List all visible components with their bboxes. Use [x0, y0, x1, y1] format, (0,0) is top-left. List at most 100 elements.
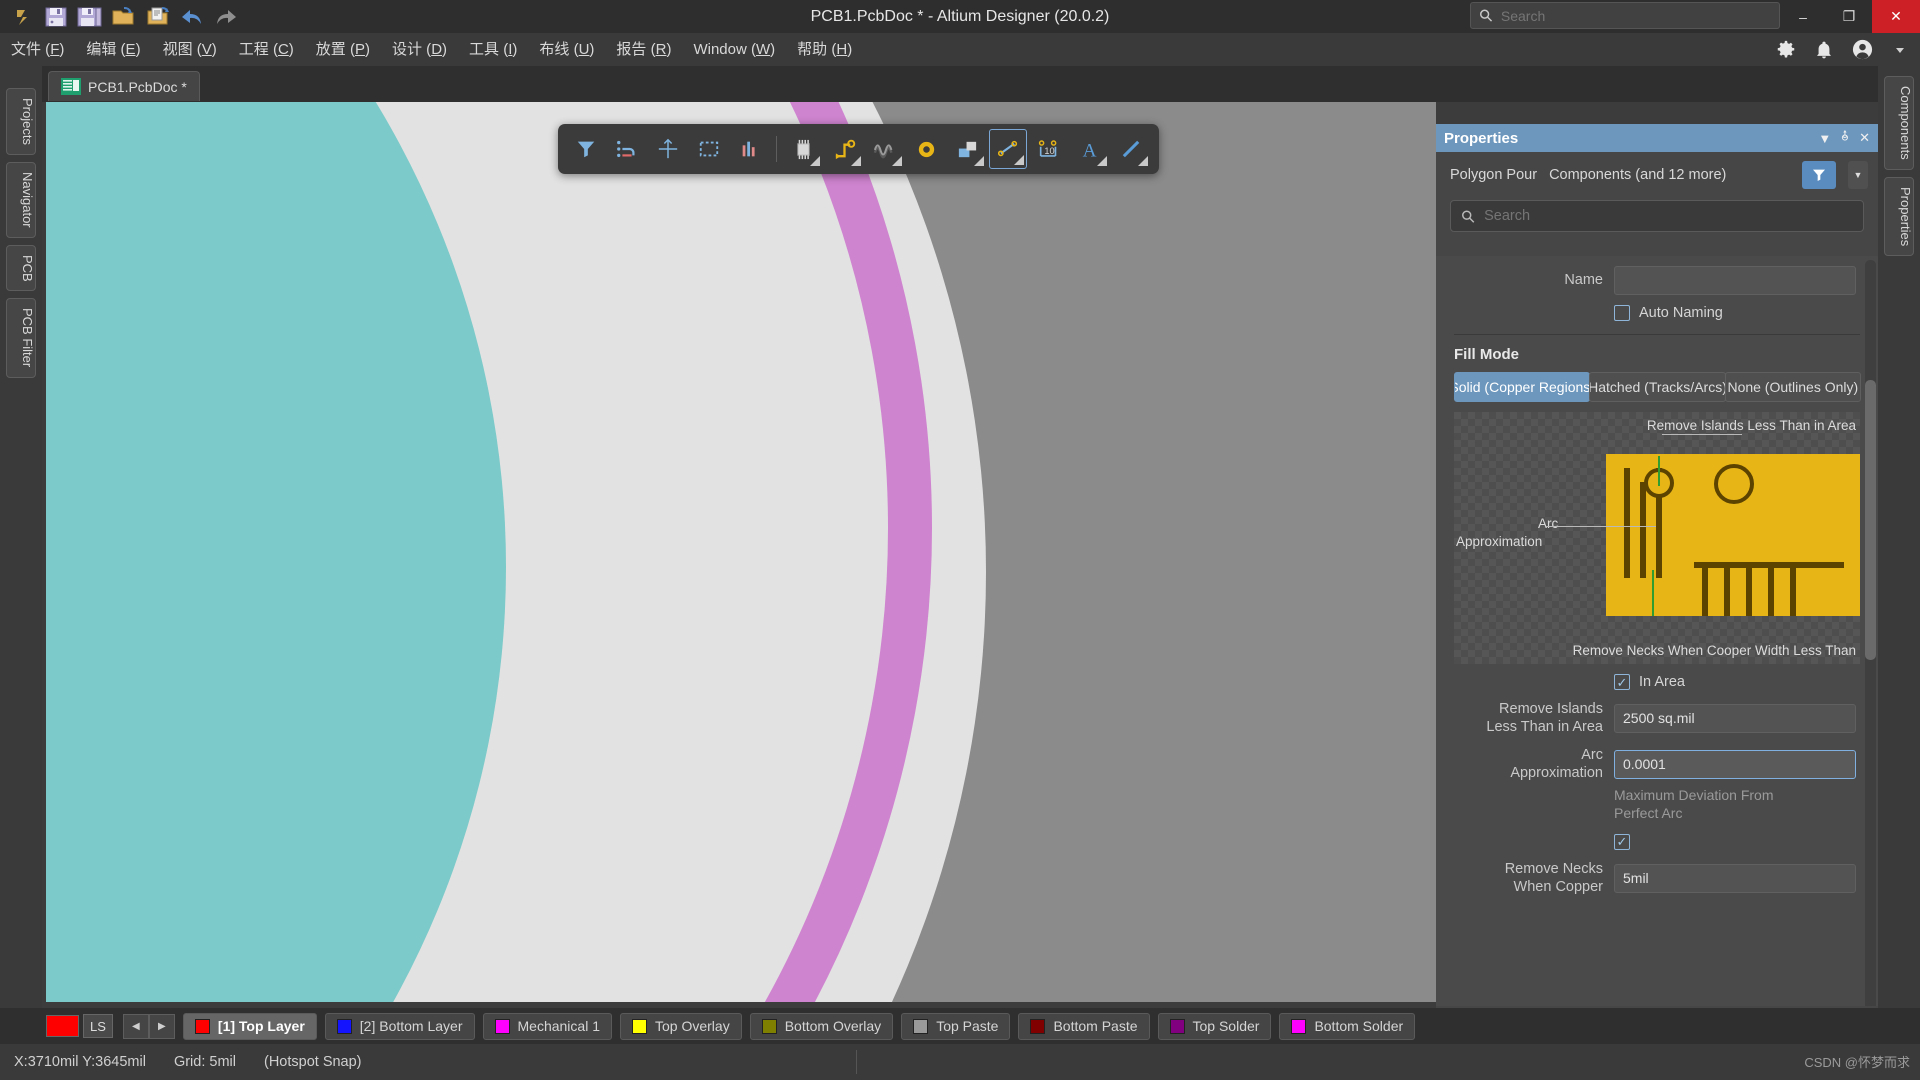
collapse-icon[interactable]: ▼: [1818, 131, 1831, 146]
pcb-canvas[interactable]: 10 A: [46, 102, 1436, 1002]
close-button[interactable]: ✕: [1872, 0, 1920, 33]
menu-view[interactable]: 视图 (V): [152, 33, 228, 66]
remove-necks-input[interactable]: [1614, 863, 1856, 893]
fill-mode-solid[interactable]: Solid (Copper Regions): [1454, 372, 1591, 402]
filter-button[interactable]: [1802, 161, 1836, 189]
redo-icon[interactable]: [210, 2, 241, 31]
layer-tab-bottom-solder[interactable]: Bottom Solder: [1279, 1012, 1416, 1040]
sidebar-item-navigator[interactable]: Navigator: [6, 161, 36, 238]
restore-button[interactable]: ❐: [1826, 0, 1872, 33]
quick-access-toolbar: [0, 0, 241, 33]
layer-tab-bottom-overlay[interactable]: Bottom Overlay: [749, 1012, 894, 1040]
left-dock-panel: Projects Navigator PCB PCB Filter: [0, 66, 42, 1028]
filter-icon[interactable]: [567, 129, 605, 169]
object-scope-label[interactable]: Components (and 12 more): [1549, 167, 1790, 183]
polygon-pour-icon[interactable]: [948, 129, 986, 169]
global-search-box[interactable]: [1470, 2, 1780, 29]
net-highlight-icon[interactable]: [608, 129, 646, 169]
menu-edit[interactable]: 编辑 (E): [75, 33, 151, 66]
in-area-checkbox[interactable]: [1614, 674, 1630, 690]
properties-scrollbar[interactable]: [1865, 260, 1876, 1024]
layer-tab-top-paste[interactable]: Top Paste: [901, 1012, 1011, 1040]
text-icon[interactable]: A: [1071, 129, 1109, 169]
preview-callout-line: [1546, 526, 1656, 527]
menu-window[interactable]: Window (W): [682, 33, 786, 66]
layer-tab-label: Top Paste: [936, 1018, 999, 1034]
selection-box-icon[interactable]: [690, 129, 728, 169]
properties-search-input[interactable]: [1484, 208, 1853, 224]
preview-trace: [1624, 468, 1630, 578]
sidebar-item-pcb[interactable]: PCB: [6, 244, 36, 292]
pcb-board-artwork: [46, 102, 1436, 1002]
open-document-icon[interactable]: [142, 2, 173, 31]
name-section: Name Auto Naming: [1436, 266, 1878, 321]
remove-necks-checkbox[interactable]: [1614, 833, 1630, 850]
arc-approximation-label: Arc Approximation: [1510, 747, 1603, 782]
sidebar-item-pcb-filter[interactable]: PCB Filter: [6, 298, 36, 378]
fill-mode-none[interactable]: None (Outlines Only): [1724, 372, 1861, 402]
close-icon[interactable]: ✕: [1859, 130, 1870, 146]
menu-project[interactable]: 工程 (C): [228, 33, 305, 66]
dropdown-caret: [974, 156, 984, 166]
sidebar-item-projects[interactable]: Projects: [6, 88, 36, 155]
menu-tools[interactable]: 工具 (I): [458, 33, 528, 66]
object-type-label[interactable]: Polygon Pour: [1450, 167, 1537, 183]
fill-mode-hatched[interactable]: Hatched (Tracks/Arcs): [1589, 372, 1726, 402]
properties-scroll-area[interactable]: Name Auto Naming Fill Mode Solid (Copper…: [1436, 256, 1878, 1028]
save-icon[interactable]: [40, 2, 71, 31]
menu-reports[interactable]: 报告 (R): [605, 33, 682, 66]
menu-help[interactable]: 帮助 (H): [786, 33, 863, 66]
menu-place[interactable]: 放置 (P): [305, 33, 381, 66]
route-icon[interactable]: [825, 129, 863, 169]
chevron-down-icon[interactable]: [1888, 38, 1912, 62]
pcb-document-icon: [61, 78, 81, 95]
status-grid: Grid: 5mil: [173, 1054, 236, 1070]
search-icon: [1479, 9, 1493, 22]
layer-tab-bottom-paste[interactable]: Bottom Paste: [1018, 1012, 1150, 1040]
dimension-icon[interactable]: [989, 129, 1027, 169]
layer-tab-top-solder[interactable]: Top Solder: [1157, 1012, 1272, 1040]
auto-naming-checkbox[interactable]: [1614, 305, 1630, 321]
name-input[interactable]: [1614, 266, 1856, 295]
layer-tab-top-layer[interactable]: [1] Top Layer: [182, 1012, 317, 1040]
crosshair-icon[interactable]: [649, 129, 687, 169]
menu-route[interactable]: 布线 (U): [528, 33, 605, 66]
arc-approximation-input[interactable]: [1614, 749, 1856, 779]
sidebar-item-properties[interactable]: Properties: [1884, 176, 1914, 256]
bell-icon[interactable]: [1812, 38, 1836, 62]
layer-tab-bottom-layer[interactable]: [2] Bottom Layer: [324, 1012, 475, 1040]
open-folder-icon[interactable]: [108, 2, 139, 31]
layer-prev-button[interactable]: ◀: [122, 1013, 149, 1039]
component-icon[interactable]: [784, 129, 822, 169]
undo-icon[interactable]: [176, 2, 207, 31]
properties-scrollbar-thumb[interactable]: [1865, 380, 1876, 660]
layer-tab-top-overlay[interactable]: Top Overlay: [620, 1012, 742, 1040]
dock-icon[interactable]: ⯗: [1841, 127, 1849, 149]
menu-file[interactable]: 文件 (F): [0, 33, 75, 66]
properties-search-box[interactable]: [1450, 200, 1864, 232]
remove-islands-input[interactable]: [1614, 703, 1856, 733]
document-tab-pcb1[interactable]: PCB1.PcbDoc *: [48, 71, 200, 101]
differential-pair-icon[interactable]: [866, 129, 904, 169]
fill-mode-segmented-control: Solid (Copper Regions) Hatched (Tracks/A…: [1454, 372, 1861, 402]
minimize-button[interactable]: –: [1780, 0, 1826, 33]
toolbar-separator: [776, 136, 777, 162]
save-all-icon[interactable]: [74, 2, 105, 31]
altium-logo-icon[interactable]: [6, 2, 37, 31]
layer-stack-icon[interactable]: [731, 129, 769, 169]
global-search-input[interactable]: [1500, 7, 1771, 24]
layer-color-swatch[interactable]: [46, 1015, 79, 1037]
gear-icon[interactable]: [1774, 38, 1798, 62]
menu-design[interactable]: 设计 (D): [381, 33, 458, 66]
via-icon[interactable]: [907, 129, 945, 169]
sidebar-item-components[interactable]: Components: [1884, 76, 1914, 170]
dropdown-caret: [1014, 155, 1024, 165]
document-tab-strip: PCB1.PcbDoc *: [0, 66, 1920, 102]
filter-dropdown-button[interactable]: ▼: [1848, 161, 1868, 189]
line-icon[interactable]: [1112, 129, 1150, 169]
layer-next-button[interactable]: ▶: [148, 1013, 175, 1039]
pin-count-icon[interactable]: 10: [1030, 129, 1068, 169]
user-account-icon[interactable]: [1850, 38, 1874, 62]
layer-sets-button[interactable]: LS: [83, 1014, 113, 1038]
layer-tab-mechanical-1[interactable]: Mechanical 1: [482, 1012, 612, 1040]
